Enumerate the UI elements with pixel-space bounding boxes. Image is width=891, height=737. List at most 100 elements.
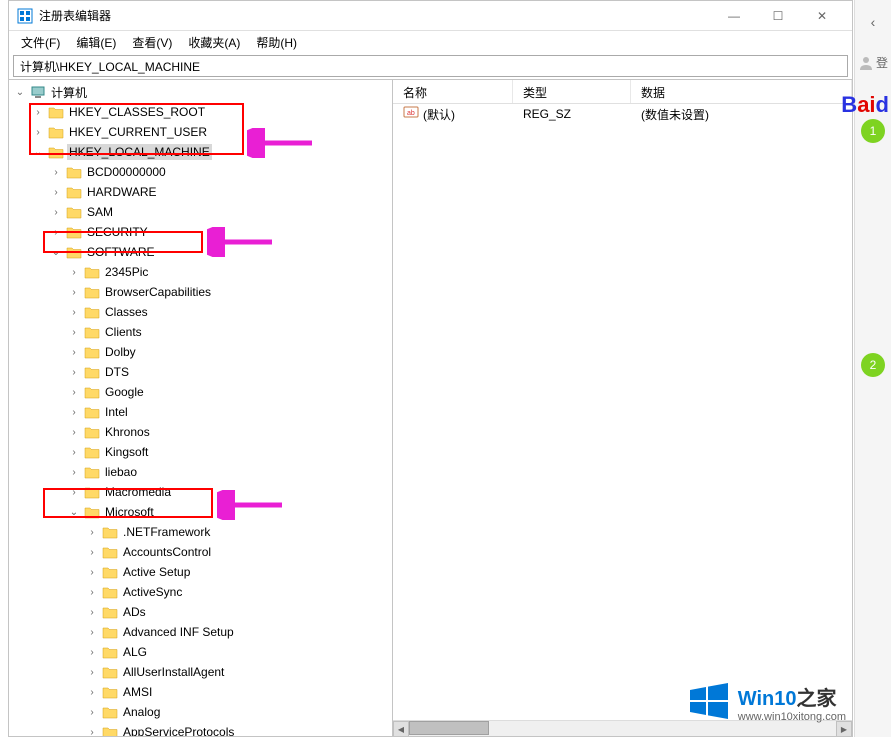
scroll-left-button[interactable]: ◀	[393, 721, 409, 736]
tree-item[interactable]: ›HKEY_CLASSES_ROOT	[9, 102, 392, 122]
list-row-default[interactable]: ab (默认) REG_SZ (数值未设置)	[393, 104, 852, 124]
user-row[interactable]: 登	[858, 54, 888, 71]
expand-chevron-icon[interactable]: ⌄	[49, 245, 63, 259]
tree-item[interactable]: ›Intel	[9, 402, 392, 422]
column-name[interactable]: 名称	[393, 80, 513, 103]
tree-item[interactable]: ›SECURITY	[9, 222, 392, 242]
maximize-button[interactable]: ☐	[756, 2, 800, 30]
tree-item[interactable]: ›Dolby	[9, 342, 392, 362]
tree-item[interactable]: ›2345Pic	[9, 262, 392, 282]
tree-item[interactable]: ›AMSI	[9, 682, 392, 702]
expand-chevron-icon[interactable]: ›	[85, 645, 99, 659]
tree-item[interactable]: ›Classes	[9, 302, 392, 322]
tree-item[interactable]: ⌄Microsoft	[9, 502, 392, 522]
expand-chevron-icon[interactable]: ›	[49, 165, 63, 179]
expand-chevron-icon[interactable]: ›	[67, 485, 81, 499]
expand-chevron-icon[interactable]: ›	[67, 365, 81, 379]
registry-editor-window: 注册表编辑器 — ☐ ✕ 文件(F) 编辑(E) 查看(V) 收藏夹(A) 帮助…	[8, 0, 853, 737]
tree-item[interactable]: ›DTS	[9, 362, 392, 382]
tree-item[interactable]: › HKEY_CURRENT_USER	[9, 122, 392, 142]
tree-item[interactable]: ›AllUserInstallAgent	[9, 662, 392, 682]
expand-chevron-icon[interactable]: ›	[85, 685, 99, 699]
column-data[interactable]: 数据	[631, 80, 852, 103]
expand-chevron-icon[interactable]: ›	[67, 285, 81, 299]
folder-icon	[102, 685, 118, 699]
tree-item[interactable]: ›Kingsoft	[9, 442, 392, 462]
folder-icon	[84, 465, 100, 479]
tree-item[interactable]: ⌄SOFTWARE	[9, 242, 392, 262]
list-body[interactable]: ab (默认) REG_SZ (数值未设置)	[393, 104, 852, 736]
expand-chevron-icon[interactable]: ›	[49, 185, 63, 199]
tree-item[interactable]: ›BCD00000000	[9, 162, 392, 182]
expand-chevron-icon[interactable]: ›	[67, 325, 81, 339]
expand-chevron-icon[interactable]: ›	[85, 725, 99, 736]
expand-chevron-icon[interactable]: ›	[67, 265, 81, 279]
expand-chevron-icon[interactable]: ⌄	[13, 85, 27, 99]
tree-item-label: HARDWARE	[85, 184, 159, 200]
menu-view[interactable]: 查看(V)	[124, 32, 180, 53]
tree-item-label: HKEY_LOCAL_MACHINE	[67, 144, 212, 160]
tree-item-label: HKEY_CURRENT_USER	[67, 124, 209, 140]
menu-help[interactable]: 帮助(H)	[248, 32, 305, 53]
expand-chevron-icon[interactable]: ›	[85, 605, 99, 619]
tree-item-label: .NETFramework	[121, 524, 212, 540]
expand-chevron-icon[interactable]: ›	[85, 525, 99, 539]
expand-chevron-icon[interactable]: ⌄	[67, 505, 81, 519]
user-icon	[858, 55, 874, 71]
tree-item[interactable]: ›SAM	[9, 202, 392, 222]
tree-item[interactable]: ›Google	[9, 382, 392, 402]
tree-item[interactable]: ›ActiveSync	[9, 582, 392, 602]
expand-chevron-icon[interactable]: ›	[67, 345, 81, 359]
folder-icon	[84, 285, 100, 299]
values-list-pane: 名称 类型 数据 ab (默认) REG_SZ (数值未设置) ◀	[393, 80, 852, 736]
tree-item[interactable]: ›Clients	[9, 322, 392, 342]
menu-file[interactable]: 文件(F)	[13, 32, 68, 53]
string-value-icon: ab	[403, 105, 419, 119]
expand-chevron-icon[interactable]: ›	[67, 425, 81, 439]
expand-chevron-icon[interactable]: ›	[85, 565, 99, 579]
tree-item[interactable]: ›Macromedia	[9, 482, 392, 502]
minimize-button[interactable]: —	[712, 2, 756, 30]
expand-chevron-icon[interactable]: ›	[67, 445, 81, 459]
expand-chevron-icon[interactable]: ›	[31, 105, 45, 119]
tree-item[interactable]: ›Khronos	[9, 422, 392, 442]
expand-chevron-icon[interactable]: ›	[67, 385, 81, 399]
titlebar[interactable]: 注册表编辑器 — ☐ ✕	[9, 1, 852, 31]
tree-item[interactable]: ›BrowserCapabilities	[9, 282, 392, 302]
scroll-thumb[interactable]	[409, 721, 489, 735]
tree-pane[interactable]: ⌄计算机›HKEY_CLASSES_ROOT›HKEY_CURRENT_USER…	[9, 80, 393, 736]
expand-chevron-icon[interactable]: ›	[85, 705, 99, 719]
tree-item[interactable]: ›AppServiceProtocols	[9, 722, 392, 736]
expand-chevron-icon[interactable]: ›	[49, 205, 63, 219]
value-type: REG_SZ	[513, 107, 631, 121]
close-button[interactable]: ✕	[800, 2, 844, 30]
tree-item[interactable]: › .NETFramework	[9, 522, 392, 542]
expand-chevron-icon[interactable]: ›	[85, 585, 99, 599]
tree-item[interactable]: ›Advanced INF Setup	[9, 622, 392, 642]
step-badge-1[interactable]: 1	[861, 119, 885, 143]
expand-chevron-icon[interactable]: ›	[31, 125, 45, 139]
column-type[interactable]: 类型	[513, 80, 631, 103]
tree-item[interactable]: ›Analog	[9, 702, 392, 722]
tree-item[interactable]: ›AccountsControl	[9, 542, 392, 562]
back-icon[interactable]: ‹	[859, 8, 887, 36]
expand-chevron-icon[interactable]: ›	[67, 465, 81, 479]
expand-chevron-icon[interactable]: ›	[85, 545, 99, 559]
tree-item[interactable]: ›liebao	[9, 462, 392, 482]
tree-item[interactable]: ⌄ HKEY_LOCAL_MACHINE	[9, 142, 392, 162]
expand-chevron-icon[interactable]: ›	[67, 305, 81, 319]
expand-chevron-icon[interactable]: ›	[85, 625, 99, 639]
address-bar[interactable]: 计算机\HKEY_LOCAL_MACHINE	[13, 55, 848, 77]
expand-chevron-icon[interactable]: ›	[85, 665, 99, 679]
menu-favorites[interactable]: 收藏夹(A)	[180, 32, 248, 53]
tree-item[interactable]: ›ALG	[9, 642, 392, 662]
expand-chevron-icon[interactable]: ›	[49, 225, 63, 239]
menu-edit[interactable]: 编辑(E)	[68, 32, 124, 53]
tree-item[interactable]: › HARDWARE	[9, 182, 392, 202]
expand-chevron-icon[interactable]: ›	[67, 405, 81, 419]
tree-item[interactable]: ›ADs	[9, 602, 392, 622]
expand-chevron-icon[interactable]: ⌄	[31, 145, 45, 159]
tree-item[interactable]: ⌄计算机	[9, 82, 392, 102]
tree-item[interactable]: ›Active Setup	[9, 562, 392, 582]
step-badge-2[interactable]: 2	[861, 353, 885, 377]
